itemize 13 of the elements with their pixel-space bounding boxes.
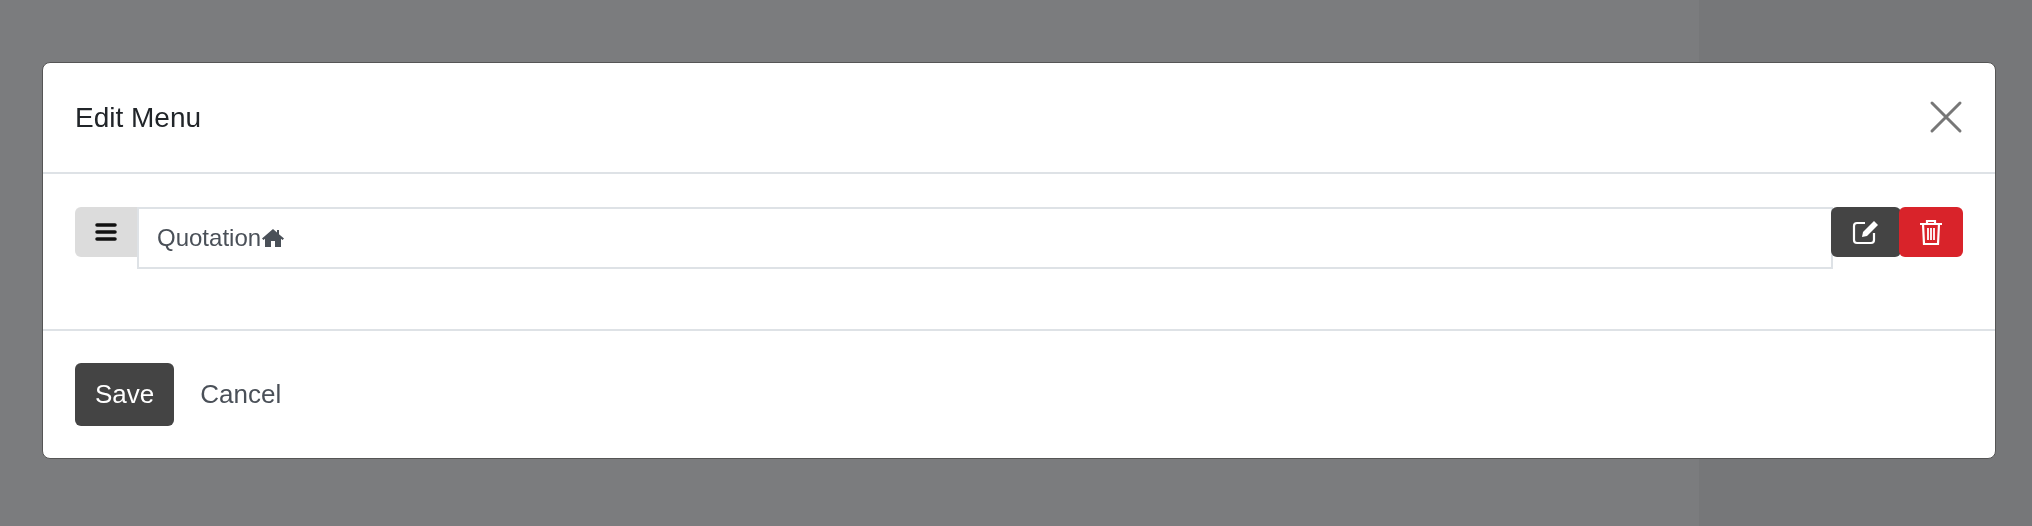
edit-button[interactable] (1831, 206, 1901, 257)
menu-icon (95, 222, 117, 241)
save-button[interactable]: Save (75, 363, 175, 426)
cancel-link[interactable]: Cancel (200, 363, 282, 426)
home-icon (261, 227, 286, 248)
pencil-icon (1852, 218, 1880, 245)
input-field[interactable]: Quotation (137, 206, 1833, 269)
close-icon (1929, 100, 1963, 135)
drag-handle[interactable] (75, 206, 137, 257)
dialog-title: Edit Menu (75, 100, 202, 135)
close-button[interactable] (1929, 100, 1963, 135)
delete-button[interactable] (1899, 206, 1963, 257)
trash-icon (1919, 217, 1943, 246)
